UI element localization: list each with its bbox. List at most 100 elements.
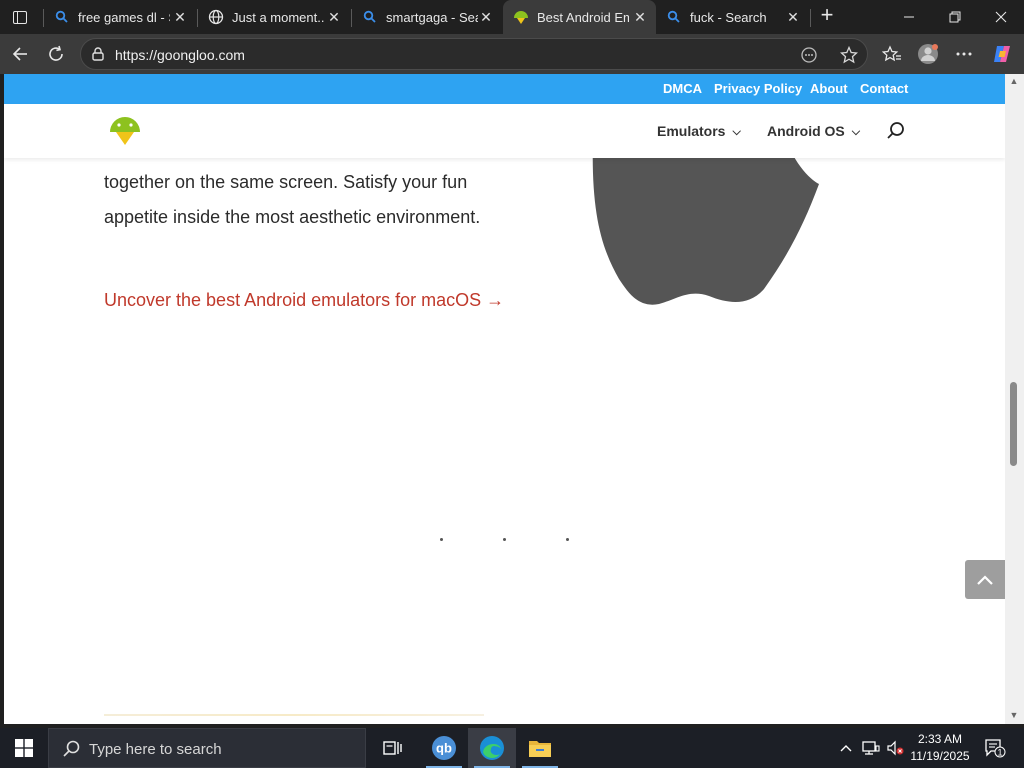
- top-links-bar: DMCA Privacy Policy About Contact: [4, 74, 1005, 104]
- tab-title: Best Android Em: [537, 9, 629, 25]
- browser-toolbar: https://goongloo.com: [0, 34, 1024, 74]
- close-tab-icon[interactable]: ✕: [172, 9, 188, 25]
- tab-best-android-emulators[interactable]: Best Android Em ✕: [503, 0, 656, 34]
- search-icon[interactable]: [886, 121, 906, 141]
- favorites-icon: [882, 45, 901, 62]
- nav-emulators[interactable]: Emulators ⌵: [657, 123, 741, 140]
- avatar: [918, 44, 938, 64]
- globe-icon: [208, 9, 224, 25]
- search-icon: [666, 9, 682, 25]
- tab-separator: [810, 9, 811, 27]
- loading-dot: [503, 538, 506, 541]
- close-tab-icon[interactable]: ✕: [478, 9, 494, 25]
- divider: [104, 714, 484, 716]
- chevron-down-icon: ⌵: [851, 126, 861, 138]
- chevron-up-icon: [977, 574, 993, 585]
- file-explorer-icon: [529, 741, 551, 757]
- site-info-icon[interactable]: [91, 47, 105, 61]
- refresh-icon: [49, 45, 63, 61]
- nav-android-os-label: Android OS: [767, 123, 845, 139]
- body-text-line: appetite inside the most aesthetic envir…: [104, 207, 481, 227]
- scrollbar-thumb[interactable]: [1010, 382, 1017, 466]
- url-text[interactable]: https://goongloo.com: [115, 47, 245, 63]
- qbittorrent-icon: qb: [432, 736, 456, 760]
- notification-count: 1: [997, 748, 1002, 758]
- volume-button[interactable]: [884, 728, 906, 768]
- taskbar-search-placeholder: Type here to search: [89, 741, 222, 758]
- show-hidden-icons-button[interactable]: [836, 728, 856, 768]
- settings-more-button[interactable]: [950, 41, 978, 67]
- tab-free-games[interactable]: free games dl - S ✕: [44, 3, 196, 31]
- favorite-star-icon[interactable]: [839, 45, 859, 65]
- qbittorrent-label: qb: [436, 741, 452, 756]
- minimize-button[interactable]: [886, 0, 932, 34]
- profile-button[interactable]: [914, 41, 942, 67]
- back-arrow-icon: [12, 47, 27, 61]
- copilot-button[interactable]: [988, 41, 1016, 67]
- refresh-button[interactable]: [42, 41, 70, 67]
- page-scrollbar[interactable]: ▲ ▼: [1005, 74, 1024, 724]
- loading-dot: [566, 538, 569, 541]
- android-icon: [513, 9, 529, 25]
- new-tab-button[interactable]: +: [816, 4, 838, 27]
- restore-icon: [949, 11, 961, 23]
- close-window-button[interactable]: [978, 0, 1024, 34]
- edge-taskbar-button[interactable]: [468, 728, 516, 768]
- start-button[interactable]: [0, 728, 48, 768]
- close-icon: [995, 11, 1007, 23]
- clock-date: 11/19/2025: [910, 749, 970, 763]
- task-view-icon: [383, 741, 402, 755]
- contact-link[interactable]: Contact: [860, 81, 908, 96]
- volume-muted-icon: [887, 740, 904, 756]
- back-to-top-button[interactable]: [965, 560, 1005, 599]
- tab-search[interactable]: fuck - Search ✕: [656, 3, 809, 31]
- loading-dot: [440, 538, 443, 541]
- dmca-link[interactable]: DMCA: [663, 81, 702, 96]
- read-aloud-icon[interactable]: [799, 45, 819, 65]
- nav-android-os[interactable]: Android OS ⌵: [767, 123, 860, 140]
- clock-time: 2:33 AM: [917, 732, 963, 746]
- back-button[interactable]: [6, 41, 34, 67]
- network-status-button[interactable]: [860, 728, 882, 768]
- network-icon: [862, 741, 880, 755]
- system-clock[interactable]: 2:33 AM 11/19/2025: [904, 731, 976, 765]
- chevron-up-icon: [840, 745, 852, 752]
- file-explorer-taskbar-button[interactable]: [516, 728, 564, 768]
- tab-title: smartgaga - Sear: [386, 9, 478, 25]
- more-dots-icon: [956, 52, 972, 56]
- windows-logo-icon: [15, 739, 33, 757]
- tab-actions-button[interactable]: [6, 4, 34, 30]
- nav-emulators-label: Emulators: [657, 123, 726, 139]
- tab-smartgaga[interactable]: smartgaga - Sear ✕: [352, 3, 502, 31]
- scroll-down-arrow-icon[interactable]: ▼: [1009, 710, 1019, 720]
- tab-just-a-moment[interactable]: Just a moment... ✕: [198, 3, 350, 31]
- minimize-icon: [904, 16, 914, 18]
- about-link[interactable]: About: [810, 81, 848, 96]
- notifications-button[interactable]: 1: [980, 728, 1010, 768]
- close-tab-icon[interactable]: ✕: [326, 9, 342, 25]
- site-logo[interactable]: [108, 114, 142, 148]
- close-tab-icon[interactable]: ✕: [632, 9, 648, 25]
- close-tab-icon[interactable]: ✕: [785, 9, 801, 25]
- tab-title: fuck - Search: [690, 9, 767, 25]
- search-icon: [362, 9, 378, 25]
- qbittorrent-taskbar-button[interactable]: qb: [420, 728, 468, 768]
- taskbar-search-box[interactable]: Type here to search: [48, 728, 366, 768]
- main-navigation: Emulators ⌵ Android OS ⌵: [4, 104, 1005, 158]
- task-view-button[interactable]: [368, 728, 416, 768]
- tab-bar: free games dl - S ✕ Just a moment... ✕ s…: [0, 0, 1024, 34]
- search-icon: [63, 740, 80, 757]
- tab-actions-icon: [13, 10, 27, 24]
- copilot-icon: [994, 46, 1010, 62]
- tab-title: free games dl - S: [78, 9, 170, 25]
- body-text-line: together on the same screen. Satisfy you…: [104, 172, 468, 192]
- chevron-down-icon: ⌵: [732, 126, 741, 138]
- privacy-policy-link[interactable]: Privacy Policy: [714, 81, 802, 96]
- restore-button[interactable]: [932, 0, 978, 34]
- scroll-up-arrow-icon[interactable]: ▲: [1009, 76, 1019, 86]
- edge-icon: [480, 736, 504, 760]
- macos-emulators-link[interactable]: Uncover the best Android emulators for m…: [104, 290, 504, 311]
- favorites-button[interactable]: [878, 41, 906, 67]
- windows-taskbar: Type here to search qb 2:33 AM 11/19/202…: [0, 728, 1024, 768]
- address-bar[interactable]: https://goongloo.com: [80, 38, 868, 70]
